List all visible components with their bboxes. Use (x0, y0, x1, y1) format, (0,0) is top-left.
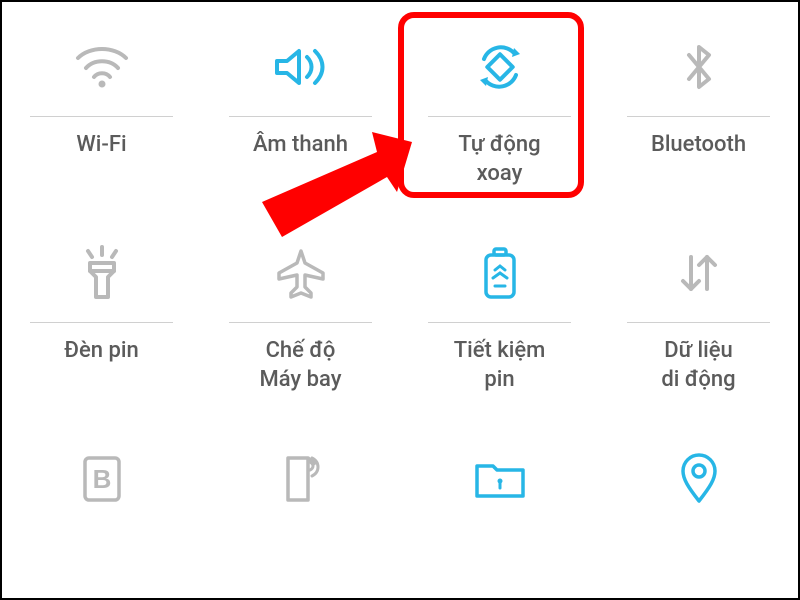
tile-flashlight[interactable]: Đèn pin (2, 208, 201, 414)
hotspot-icon (211, 444, 390, 514)
divider (30, 116, 173, 117)
mobile-data-icon (609, 238, 788, 308)
tile-label: Bluetooth (651, 131, 746, 160)
flashlight-icon (12, 238, 191, 308)
tile-label: Dữ liệu di động (661, 337, 735, 394)
divider (627, 322, 770, 323)
tile-bluetooth[interactable]: Bluetooth (599, 2, 798, 208)
wifi-icon (12, 32, 191, 102)
tile-label: Wi-Fi (76, 131, 126, 160)
tile-label: Tự động xoay (458, 131, 540, 188)
airplane-icon (211, 238, 390, 308)
tile-wifi[interactable]: Wi-Fi (2, 2, 201, 208)
tile-sound[interactable]: Âm thanh (201, 2, 400, 208)
tile-label: Tiết kiệm pin (454, 337, 546, 394)
divider (428, 116, 571, 117)
tile-secure-folder[interactable] (400, 414, 599, 534)
divider (428, 322, 571, 323)
tile-location[interactable] (599, 414, 798, 534)
tile-hotspot[interactable] (201, 414, 400, 534)
tile-label: Âm thanh (253, 131, 348, 160)
bluetooth-icon (609, 32, 788, 102)
tile-bold[interactable]: B (2, 414, 201, 534)
tile-autorotate[interactable]: Tự động xoay (400, 2, 599, 208)
folder-icon (410, 444, 589, 514)
tile-battery-saver[interactable]: Tiết kiệm pin (400, 208, 599, 414)
tile-label: Chế độ Máy bay (259, 337, 341, 394)
divider (229, 116, 372, 117)
divider (627, 116, 770, 117)
bold-icon: B (12, 444, 191, 514)
divider (30, 322, 173, 323)
autorotate-icon (410, 32, 589, 102)
battery-icon (410, 238, 589, 308)
divider (229, 322, 372, 323)
svg-text:B: B (92, 464, 111, 494)
tile-mobile-data[interactable]: Dữ liệu di động (599, 208, 798, 414)
tile-label: Đèn pin (64, 337, 138, 366)
location-icon (609, 444, 788, 514)
tile-airplane[interactable]: Chế độ Máy bay (201, 208, 400, 414)
sound-icon (211, 32, 390, 102)
